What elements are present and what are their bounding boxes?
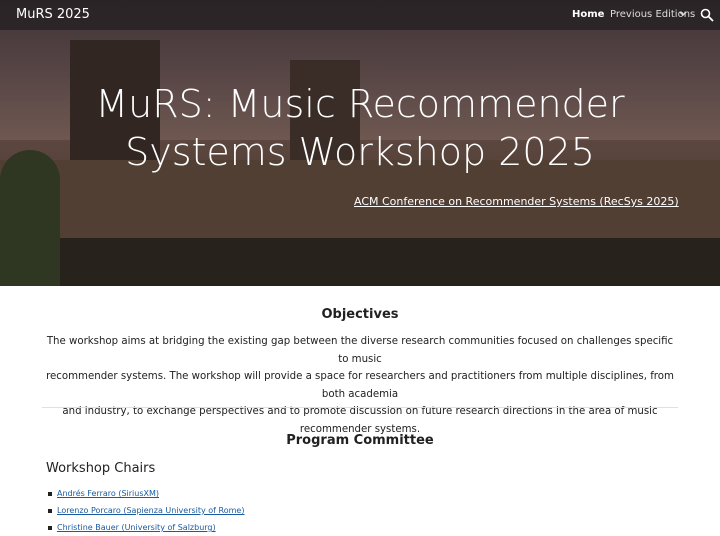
search-icon[interactable] [700,7,714,22]
site-title[interactable]: MuRS 2025 [16,7,90,22]
hero-banner: MuRS: Music Recommender Systems Workshop… [0,0,720,286]
section-divider [42,407,678,408]
recsys-link[interactable]: ACM Conference on Recommender Systems (R… [354,195,679,208]
list-item: Lorenzo Porcaro (Sapienza University of … [48,502,244,519]
nav-home[interactable]: Home [572,9,604,20]
chairs-list: Andrés Ferraro (SiriusXM) Lorenzo Porcar… [48,485,244,536]
objectives-heading: Objectives [321,307,399,322]
hero-title-line-2: Systems Workshop 2025 [125,130,595,174]
hero-title: MuRS: Music Recommender Systems Workshop… [60,80,660,176]
bullet-icon [48,508,52,513]
list-item: Christine Bauer (University of Salzburg) [48,519,244,536]
bullet-icon [48,525,52,530]
chair-link[interactable]: Lorenzo Porcaro (Sapienza University of … [57,506,244,515]
objectives-line-2: recommender systems. The workshop will p… [46,371,674,400]
chair-link[interactable]: Christine Bauer (University of Salzburg) [57,523,216,532]
top-bar: MuRS 2025 Home Previous Editions [0,0,720,30]
hero-title-line-1: MuRS: Music Recommender [95,82,625,126]
chair-link[interactable]: Andrés Ferraro (SiriusXM) [57,489,159,498]
workshop-chairs-heading: Workshop Chairs [46,461,156,476]
chevron-down-icon[interactable] [678,8,688,23]
objectives-paragraph: The workshop aims at bridging the existi… [44,333,676,438]
program-committee-heading: Program Committee [286,433,434,448]
objectives-line-1: The workshop aims at bridging the existi… [46,336,674,365]
list-item: Andrés Ferraro (SiriusXM) [48,485,244,502]
bullet-icon [48,491,52,496]
